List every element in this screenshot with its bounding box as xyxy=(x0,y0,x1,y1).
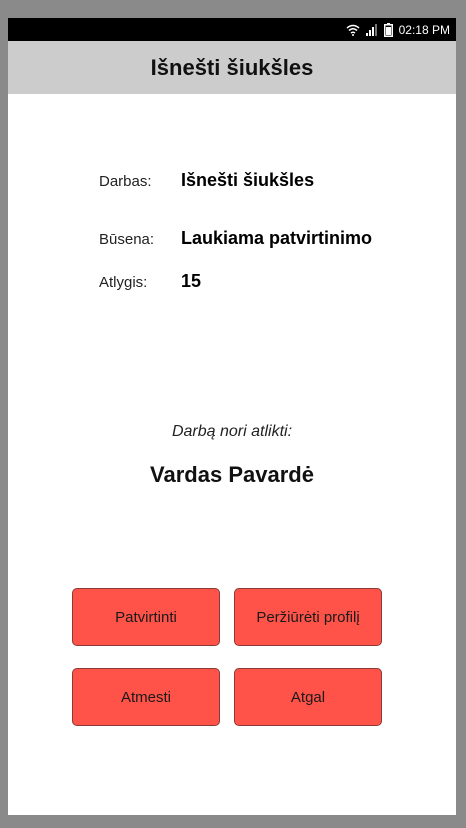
signal-icon xyxy=(365,23,378,36)
view-profile-button[interactable]: Peržiūrėti profilį xyxy=(234,588,382,646)
confirm-button[interactable]: Patvirtinti xyxy=(72,588,220,646)
battery-icon xyxy=(383,22,393,37)
reward-value: 15 xyxy=(181,271,202,291)
reward-row: Atlygis: 15 xyxy=(99,271,201,292)
status-label: Būsena: xyxy=(99,231,155,248)
status-value: Laukiama patvirtinimo xyxy=(181,228,373,248)
job-label: Darbas: xyxy=(99,173,152,190)
reward-label: Atlygis: xyxy=(99,274,148,291)
back-button[interactable]: Atgal xyxy=(234,668,382,726)
job-row: Darbas: Išnešti šiukšles xyxy=(99,170,314,191)
wifi-icon xyxy=(346,24,360,36)
status-row: Būsena: Laukiama patvirtinimo xyxy=(99,228,372,249)
clock: 02:18 PM xyxy=(398,22,450,37)
requester-name: Vardas Pavardė xyxy=(150,462,314,487)
page-title: Išnešti šiukšles xyxy=(8,41,456,94)
phone-screen: 02:18 PM Išnešti šiukšles Darbas: Išnešt… xyxy=(8,18,456,815)
reject-button[interactable]: Atmesti xyxy=(72,668,220,726)
status-bar: 02:18 PM xyxy=(8,18,456,41)
requester-label: Darbą nori atlikti: xyxy=(171,423,293,440)
job-value: Išnešti šiukšles xyxy=(181,170,315,190)
